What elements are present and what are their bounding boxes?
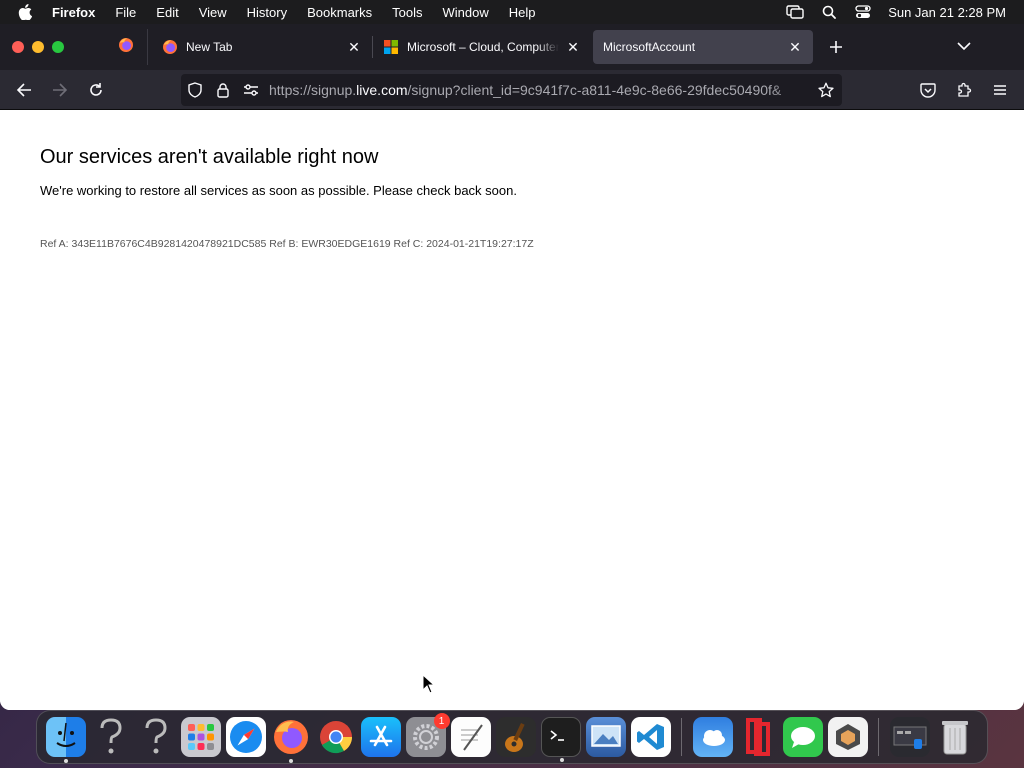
extensions-puzzle-icon[interactable] xyxy=(948,74,980,106)
screen-mirroring-icon[interactable] xyxy=(786,3,804,21)
tab-close-icon[interactable]: ✕ xyxy=(346,39,362,55)
dock-unknown-app-icon[interactable] xyxy=(91,717,131,757)
reload-icon[interactable] xyxy=(80,74,112,106)
dock-weather-icon[interactable] xyxy=(692,717,733,757)
dock-divider xyxy=(878,718,879,756)
apple-menu-icon[interactable] xyxy=(18,3,36,21)
navigation-toolbar: https://signup.live.com/signup?client_id… xyxy=(0,70,1024,110)
dock-unknown-app-icon[interactable] xyxy=(136,717,176,757)
menu-history[interactable]: History xyxy=(247,5,287,20)
window-zoom-button[interactable] xyxy=(52,41,64,53)
dock-app-store-icon[interactable] xyxy=(360,717,401,757)
pinned-tab-firefox[interactable] xyxy=(104,29,148,65)
dock-preview-icon[interactable] xyxy=(585,717,626,757)
control-center-icon[interactable] xyxy=(854,3,872,21)
tab-microsoft[interactable]: Microsoft – Cloud, Computers, Apps & Gam… xyxy=(373,30,591,64)
running-indicator xyxy=(559,758,564,762)
menu-edit[interactable]: Edit xyxy=(156,5,178,20)
menu-tools[interactable]: Tools xyxy=(392,5,422,20)
dock-parallels-icon[interactable] xyxy=(738,717,778,757)
menu-app-firefox[interactable]: Firefox xyxy=(52,5,95,20)
notification-badge: 1 xyxy=(433,713,450,729)
microsoft-icon xyxy=(383,39,399,55)
menu-help[interactable]: Help xyxy=(509,5,536,20)
tab-microsoft-account[interactable]: MicrosoftAccount ✕ xyxy=(593,30,813,64)
menu-file[interactable]: File xyxy=(115,5,136,20)
tab-new-tab[interactable]: New Tab ✕ xyxy=(152,30,372,64)
dock: 1 xyxy=(36,710,988,764)
window-controls xyxy=(0,41,104,53)
menu-window[interactable]: Window xyxy=(443,5,489,20)
firefox-icon xyxy=(162,39,178,55)
dock-divider xyxy=(681,718,682,756)
spotlight-search-icon[interactable] xyxy=(820,3,838,21)
dock-vscode-icon[interactable] xyxy=(630,717,671,757)
dock-trash-icon[interactable] xyxy=(935,717,975,757)
bookmark-star-icon[interactable] xyxy=(812,76,840,104)
dock-firefox-icon[interactable] xyxy=(271,717,311,763)
dock-finder-icon[interactable] xyxy=(45,717,86,763)
page-heading: Our services aren't available right now xyxy=(40,146,379,168)
tab-close-icon[interactable]: ✕ xyxy=(565,39,581,55)
browser-window: New Tab ✕ Microsoft – Cloud, Computers, … xyxy=(0,24,1024,710)
window-minimize-button[interactable] xyxy=(32,41,44,53)
dock-terminal-icon[interactable] xyxy=(540,717,581,762)
menu-bar-clock[interactable]: Sun Jan 21 2:28 PM xyxy=(888,5,1006,20)
dock-safari-icon[interactable] xyxy=(225,717,266,757)
url-prefix: https://signup. xyxy=(269,82,357,98)
url-text[interactable]: https://signup.live.com/signup?client_id… xyxy=(269,82,812,98)
lock-icon[interactable] xyxy=(209,76,237,104)
mouse-cursor-icon xyxy=(422,673,436,694)
page-message: We're working to restore all services as… xyxy=(40,183,517,198)
permissions-icon[interactable] xyxy=(237,76,265,104)
dock-launchpad-icon[interactable] xyxy=(180,717,221,757)
tab-bar: New Tab ✕ Microsoft – Cloud, Computers, … xyxy=(0,24,1024,70)
url-domain: live.com xyxy=(356,82,408,98)
tab-title: Microsoft – Cloud, Computers, Apps & Gam… xyxy=(407,40,559,54)
tracking-protection-shield-icon[interactable] xyxy=(181,76,209,104)
back-arrow-icon[interactable] xyxy=(8,74,40,106)
tab-close-icon[interactable]: ✕ xyxy=(787,39,803,55)
pocket-icon[interactable] xyxy=(912,74,944,106)
firefox-icon xyxy=(118,37,134,58)
url-path: /signup?client_id=9c941f7c-a811-4e9c-8e6… xyxy=(407,82,782,98)
page-content: Our services aren't available right now … xyxy=(0,110,1024,710)
dock-system-settings-icon[interactable]: 1 xyxy=(405,713,450,757)
menu-view[interactable]: View xyxy=(199,5,227,20)
dock-garageband-icon[interactable] xyxy=(495,717,536,757)
reference-codes: Ref A: 343E11B7676C4B9281420478921DC585 … xyxy=(40,238,534,250)
menu-bookmarks[interactable]: Bookmarks xyxy=(307,5,372,20)
running-indicator xyxy=(63,759,68,763)
menu-bar: Firefox File Edit View History Bookmarks… xyxy=(0,0,1024,24)
dock-cursor-app-icon[interactable] xyxy=(827,717,868,757)
hamburger-menu-icon[interactable] xyxy=(984,74,1016,106)
dock-chrome-icon[interactable] xyxy=(316,717,356,757)
tab-title: MicrosoftAccount xyxy=(603,40,696,54)
list-all-tabs-chevron-down-icon[interactable] xyxy=(954,36,974,56)
new-tab-button[interactable] xyxy=(821,32,851,62)
tab-title: New Tab xyxy=(186,40,233,54)
address-bar[interactable]: https://signup.live.com/signup?client_id… xyxy=(181,74,842,106)
dock-messages-icon[interactable] xyxy=(782,717,823,757)
running-indicator xyxy=(288,759,293,763)
dock-textedit-icon[interactable] xyxy=(450,717,491,757)
window-close-button[interactable] xyxy=(12,41,24,53)
dock-window-manager-icon[interactable] xyxy=(889,717,930,757)
forward-arrow-icon[interactable] xyxy=(44,74,76,106)
